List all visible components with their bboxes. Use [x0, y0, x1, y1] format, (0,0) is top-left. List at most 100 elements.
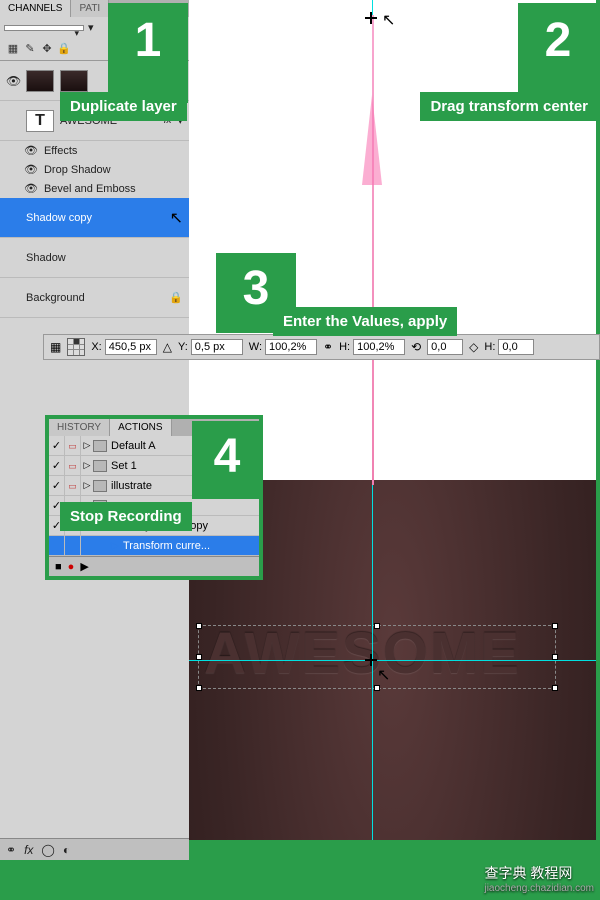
expand-icon[interactable]: ▷ [81, 440, 93, 451]
dialog-icon[interactable]: ▭ [65, 456, 81, 475]
lock-icon: 🔒 [169, 291, 183, 304]
expand-icon[interactable]: ▷ [81, 460, 93, 471]
transform-options-bar[interactable]: ▦ X: △ Y: W: ⚭ H: ⟲ ◇ H: [43, 334, 600, 360]
layer-name: Shadow copy [26, 212, 164, 224]
record-icon[interactable]: ● [68, 561, 75, 573]
transform-bounding-box[interactable] [198, 625, 556, 689]
step-number: 1 [108, 3, 188, 68]
adjustment-icon[interactable]: ◐ [63, 843, 70, 857]
effect-name: Drop Shadow [44, 164, 111, 176]
tab-history[interactable]: HISTORY [49, 419, 110, 436]
folder-icon [93, 460, 107, 472]
visibility-icon[interactable] [6, 211, 20, 225]
action-name: Set 1 [111, 460, 137, 472]
step-number: 2 [518, 3, 598, 68]
transform-center-top[interactable] [365, 12, 377, 24]
folder-icon [93, 440, 107, 452]
visibility-icon[interactable] [6, 114, 20, 128]
rotate-input[interactable] [427, 339, 463, 355]
horizontal-guide [189, 660, 596, 661]
folder-icon [93, 480, 107, 492]
x-label: X: [91, 341, 101, 353]
step-label-4: Stop Recording [60, 502, 192, 531]
visibility-icon[interactable] [6, 291, 20, 305]
step-callout-4: 4 [192, 421, 262, 499]
lock-icon[interactable]: 🔒 [57, 42, 71, 56]
checkmark-icon[interactable]: ✓ [49, 476, 65, 495]
step-number: 4 [192, 421, 262, 484]
actions-panel-footer: ■ ● ▶ [49, 556, 259, 576]
drag-path-arrow [370, 15, 376, 485]
text-layer-thumbnail[interactable]: T [26, 110, 54, 132]
y-label: Y: [178, 341, 188, 353]
transform-handle[interactable] [374, 623, 380, 629]
icon[interactable]: ▦ [50, 340, 61, 354]
dialog-icon[interactable]: ▭ [65, 436, 81, 455]
dialog-icon[interactable] [65, 536, 81, 555]
lock-transparent-icon[interactable]: ▦ [6, 42, 20, 56]
transform-center-bottom[interactable] [365, 654, 377, 666]
visibility-icon[interactable]: 👁 [24, 144, 38, 157]
watermark: 查字典 教程网 jiaocheng.chazidian.com [484, 863, 594, 894]
layers-panel-footer: ⚭ fx ◯ ◐ [0, 838, 189, 860]
layer-row-shadow[interactable]: Shadow [0, 238, 189, 278]
step-callout-2: 2 [518, 3, 598, 103]
stop-icon[interactable]: ■ [55, 561, 62, 573]
tab-paths[interactable]: PATI [71, 0, 109, 17]
watermark-text: 查字典 教程网 [484, 865, 572, 881]
action-name: illustrate [111, 480, 152, 492]
watermark-url: jiaocheng.chazidian.com [484, 883, 594, 894]
step-label-2: Drag transform center [420, 92, 598, 121]
visibility-icon[interactable]: 👁 [24, 182, 38, 195]
move-icon[interactable]: ✥ [40, 42, 54, 56]
mask-icon[interactable]: ◯ [41, 843, 54, 857]
effects-group[interactable]: 👁 Effects [0, 141, 189, 160]
x-input[interactable] [105, 339, 157, 355]
delta-icon[interactable]: △ [163, 340, 172, 354]
skew-input[interactable] [498, 339, 534, 355]
y-input[interactable] [191, 339, 243, 355]
transform-handle[interactable] [374, 685, 380, 691]
w-label: W: [249, 341, 262, 353]
h-input[interactable] [353, 339, 405, 355]
layer-thumbnail[interactable] [26, 70, 54, 92]
visibility-icon[interactable]: 👁 [6, 74, 20, 88]
effect-drop-shadow[interactable]: 👁 Drop Shadow [0, 160, 189, 179]
tab-actions[interactable]: ACTIONS [110, 419, 171, 436]
transform-handle[interactable] [196, 623, 202, 629]
cursor-icon: ↖ [170, 208, 183, 228]
link-icon[interactable]: ⚭ [323, 340, 333, 354]
tab-channels[interactable]: CHANNELS [0, 0, 71, 17]
transform-handle[interactable] [552, 623, 558, 629]
transform-handle[interactable] [196, 685, 202, 691]
checkmark-icon[interactable]: ✓ [49, 456, 65, 475]
layer-row-shadow-copy[interactable]: Shadow copy ↖ [0, 198, 189, 238]
expand-icon[interactable]: ▷ [81, 480, 93, 491]
reference-point-grid[interactable] [67, 338, 85, 356]
fx-icon[interactable]: fx [24, 843, 33, 857]
layer-name: Shadow [26, 252, 183, 264]
blend-mode-dropdown[interactable] [4, 25, 84, 31]
layer-name: Background [26, 292, 163, 304]
h-label: H: [339, 341, 350, 353]
dialog-icon[interactable]: ▭ [65, 476, 81, 495]
skew-icon: ◇ [469, 340, 478, 354]
transform-handle[interactable] [552, 685, 558, 691]
visibility-icon[interactable] [6, 251, 20, 265]
effect-bevel[interactable]: 👁 Bevel and Emboss [0, 179, 189, 198]
layer-row-background[interactable]: Background 🔒 [0, 278, 189, 318]
step-label-1: Duplicate layer [60, 92, 187, 121]
skew-h-label: H: [484, 341, 495, 353]
step-callout-1: 1 [108, 3, 188, 103]
brush-icon[interactable]: ✎ [23, 42, 37, 56]
w-input[interactable] [265, 339, 317, 355]
checkmark-icon[interactable]: ✓ [49, 436, 65, 455]
layer-mask-thumbnail[interactable] [60, 70, 88, 92]
step-label-3: Enter the Values, apply [273, 307, 457, 336]
checkmark-icon[interactable] [49, 536, 65, 555]
play-icon[interactable]: ▶ [80, 560, 88, 573]
visibility-icon[interactable]: 👁 [24, 163, 38, 176]
link-icon[interactable]: ⚭ [6, 843, 16, 857]
action-step: Transform curre... [119, 539, 214, 553]
action-row-selected[interactable]: ▷ Transform curre... [49, 536, 259, 556]
